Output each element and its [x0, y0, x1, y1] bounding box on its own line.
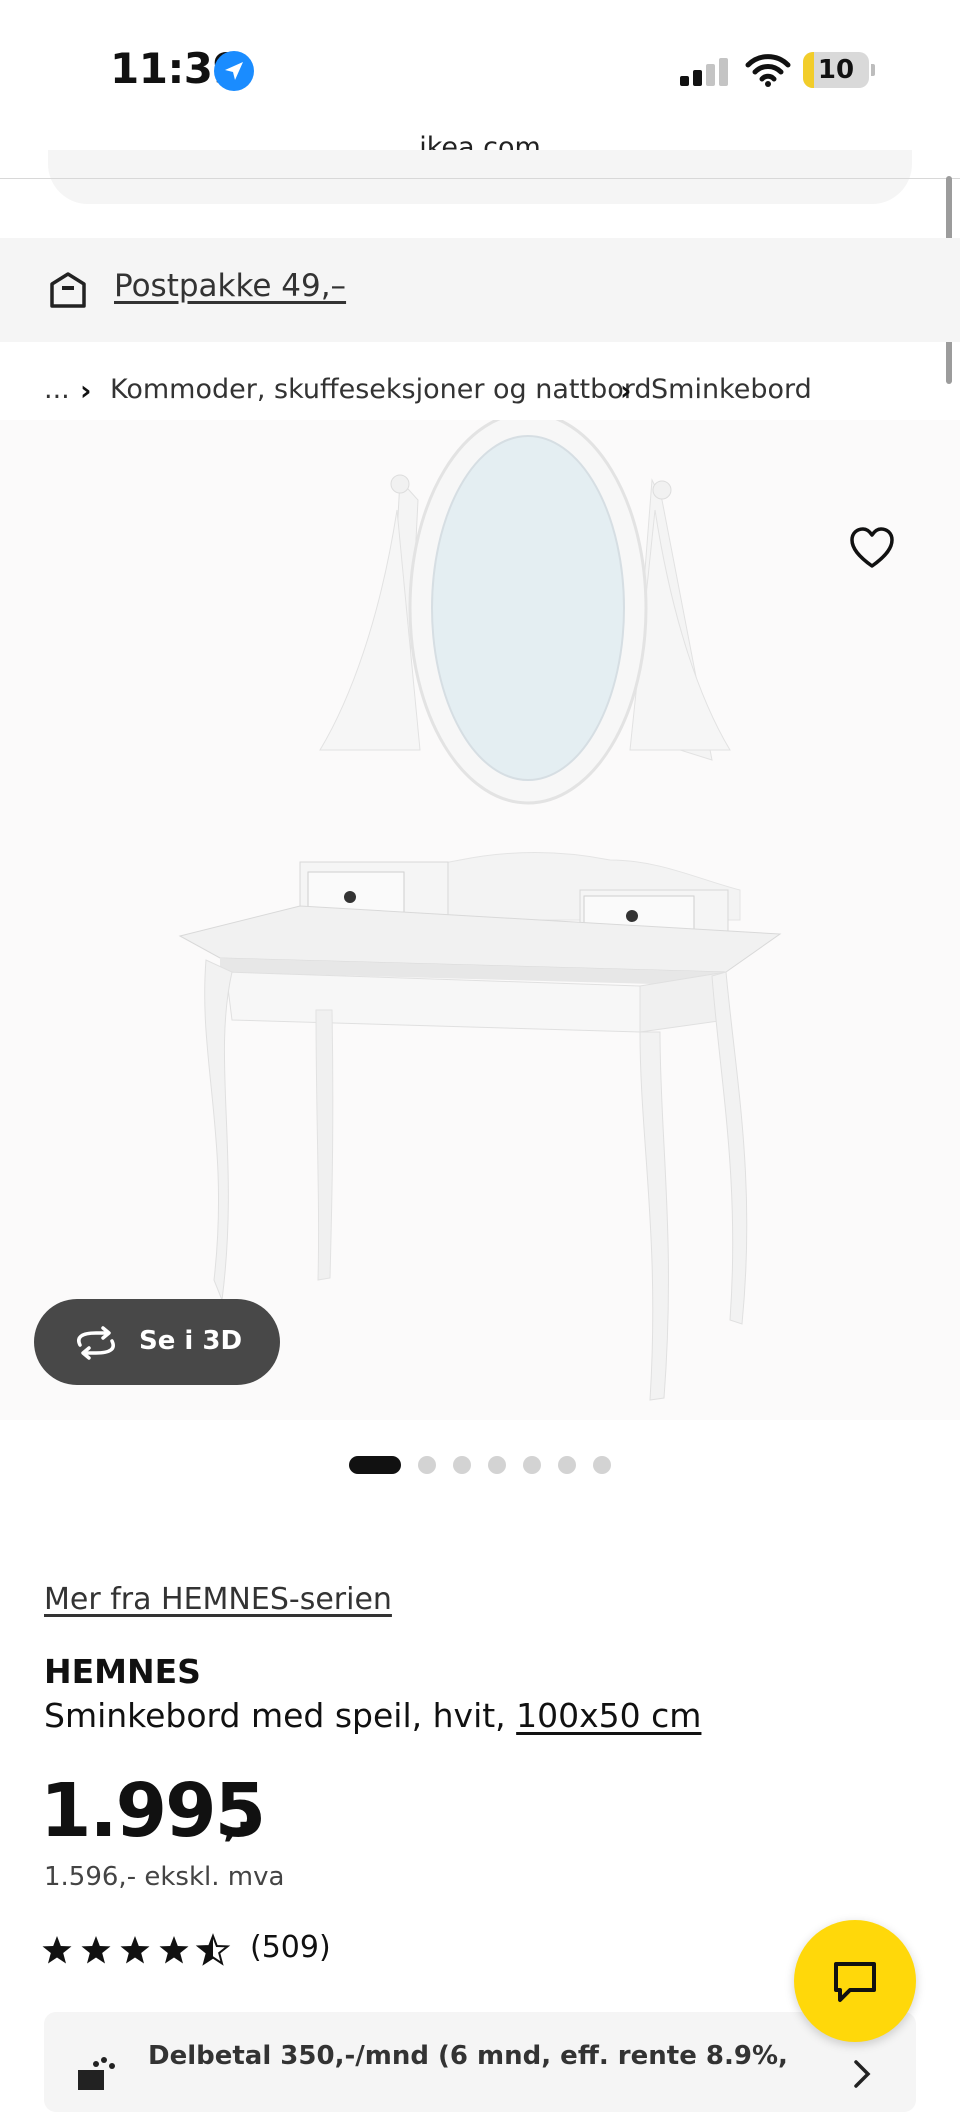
battery-level: 10 — [817, 55, 855, 85]
cellular-signal-icon — [680, 56, 730, 86]
price-excl-vat: 1.596,- ekskl. mva — [44, 1862, 285, 1892]
divider — [0, 178, 960, 179]
chevron-right-icon: › — [620, 374, 632, 407]
product-image[interactable] — [0, 411, 960, 1420]
battery-icon: 10 — [803, 52, 869, 88]
series-link[interactable]: Mer fra HEMNES-serien — [44, 1582, 392, 1617]
heart-outline-icon[interactable] — [848, 526, 896, 570]
product-name: HEMNES — [44, 1652, 201, 1691]
delivery-box-icon — [48, 270, 88, 310]
view-3d-label: Se i 3D — [139, 1326, 243, 1356]
search-bar-remnant[interactable] — [48, 150, 912, 204]
wifi-icon — [744, 52, 792, 88]
breadcrumb-ellipsis[interactable]: ... — [44, 374, 70, 405]
breadcrumb-item[interactable]: Kommoder, skuffeseksjoner og nattbord — [110, 374, 652, 405]
chevron-right-icon — [852, 2058, 872, 2090]
delivery-link[interactable]: Postpakke 49,– — [114, 268, 346, 304]
location-arrow-icon — [214, 51, 254, 91]
rating-count[interactable]: (509) — [250, 1930, 331, 1965]
chat-bubble-icon — [832, 1958, 878, 2004]
payment-icon — [74, 2052, 120, 2092]
financing-text: Delbetal 350,-/mnd (6 mnd, eff. rente 8.… — [148, 2041, 788, 2071]
size-link[interactable]: 100x50 cm — [516, 1696, 701, 1735]
rotate-3d-icon — [72, 1325, 120, 1361]
product-description: Sminkebord med speil, hvit, 100x50 cm — [44, 1696, 701, 1735]
product-description-text: Sminkebord med speil, hvit, — [44, 1696, 517, 1735]
battery-nub — [871, 64, 875, 76]
chevron-right-icon: › — [80, 374, 92, 407]
rating-stars[interactable] — [42, 1933, 232, 1967]
price-suffix: ,- — [223, 1800, 255, 1846]
breadcrumb-item[interactable]: Sminkebord — [651, 374, 812, 405]
